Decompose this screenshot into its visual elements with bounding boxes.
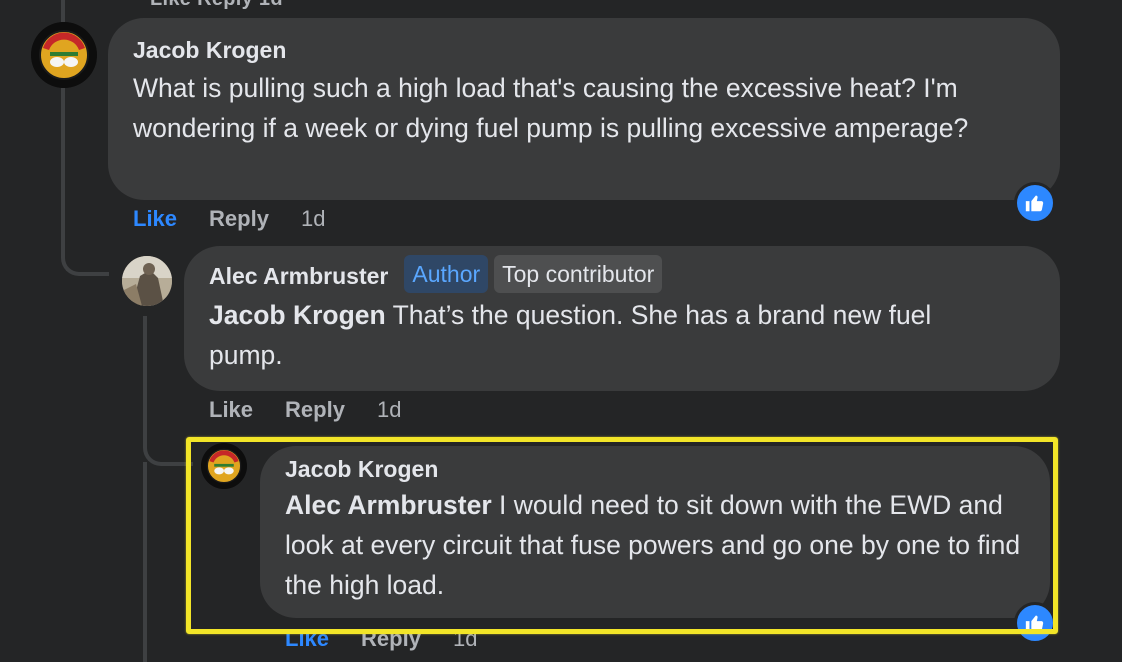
comment-bubble: Alec Armbruster Author Top contributor J… xyxy=(184,246,1060,391)
comment-actions: Like Reply 1d xyxy=(285,626,477,652)
comment-timestamp[interactable]: 1d xyxy=(453,626,477,652)
logo-avatar-icon xyxy=(31,22,97,88)
comment-bubble: Jacob Krogen What is pulling such a high… xyxy=(108,18,1060,200)
comment-author-name[interactable]: Jacob Krogen xyxy=(133,36,1035,64)
reply-button[interactable]: Reply xyxy=(209,206,269,232)
comment-thread: Like Reply 1d Jacob Krogen What is pulli… xyxy=(0,0,1122,662)
reply-button[interactable]: Reply xyxy=(285,397,345,423)
thread-line-continue xyxy=(143,462,147,662)
mention-link[interactable]: Jacob Krogen xyxy=(209,300,386,330)
like-button[interactable]: Like xyxy=(209,397,253,423)
top-contributor-badge: Top contributor xyxy=(494,255,663,293)
thread-line-root xyxy=(61,0,65,22)
comment-body: What is pulling such a high load that's … xyxy=(133,73,969,143)
like-button[interactable]: Like xyxy=(285,626,329,652)
like-icon xyxy=(1025,615,1044,632)
reaction-badge[interactable] xyxy=(1014,602,1056,644)
like-icon xyxy=(1025,195,1044,212)
comment-actions: Like Reply 1d xyxy=(133,206,325,232)
comment-bubble: Jacob Krogen Alec Armbruster I would nee… xyxy=(260,446,1050,618)
comment-timestamp[interactable]: 1d xyxy=(301,206,325,232)
mention-link[interactable]: Alec Armbruster xyxy=(285,490,492,520)
reaction-badge[interactable] xyxy=(1014,182,1056,224)
logo-avatar-icon xyxy=(201,443,247,489)
comment-author-name[interactable]: Alec Armbruster xyxy=(209,262,388,290)
comment-text: Jacob Krogen That’s the question. She ha… xyxy=(209,295,1009,375)
comment-actions: Like Reply 1d xyxy=(209,397,401,423)
avatar[interactable] xyxy=(201,443,247,489)
avatar[interactable] xyxy=(31,22,97,88)
previous-actions-text: Like Reply 1d xyxy=(150,0,283,10)
reply-button[interactable]: Reply xyxy=(361,626,421,652)
thread-connector-1 xyxy=(61,88,109,276)
avatar[interactable] xyxy=(122,256,172,306)
comment-text: Alec Armbruster I would need to sit down… xyxy=(285,485,1035,605)
comment-author-name[interactable]: Jacob Krogen xyxy=(285,455,1025,483)
comment-timestamp[interactable]: 1d xyxy=(377,397,401,423)
comment-header: Alec Armbruster Author Top contributor xyxy=(209,255,1035,295)
photo-avatar-icon xyxy=(122,256,172,306)
previous-comment-actions: Like Reply 1d xyxy=(150,0,283,11)
author-badge: Author xyxy=(404,255,489,293)
like-button[interactable]: Like xyxy=(133,206,177,232)
comment-text: What is pulling such a high load that's … xyxy=(133,68,1003,148)
